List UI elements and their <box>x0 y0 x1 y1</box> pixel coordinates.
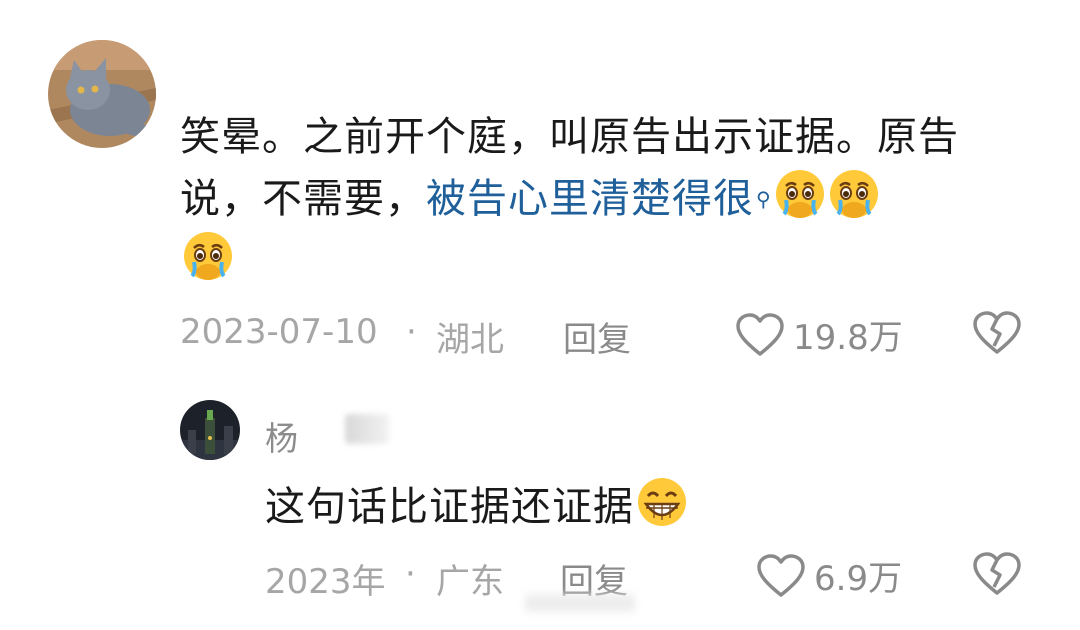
commenter-avatar[interactable] <box>48 40 156 148</box>
cat-avatar-icon <box>48 40 156 148</box>
broken-heart-icon <box>973 311 1021 354</box>
heart-icon <box>736 312 784 356</box>
meta-separator: · <box>405 554 416 594</box>
dislike-button[interactable] <box>972 551 1022 601</box>
reply-username[interactable]: 杨 <box>265 412 298 460</box>
comment-location: 湖北 <box>436 320 504 360</box>
crying-face-emoji-icon <box>829 170 878 218</box>
like-button[interactable]: 19.8万 <box>735 310 903 359</box>
like-count: 6.9万 <box>814 559 903 599</box>
watermark <box>525 594 635 612</box>
meta-separator: · <box>406 312 417 352</box>
reply-body: 这句话比证据还证据 <box>265 484 634 530</box>
grinning-face-emoji-icon <box>638 478 686 526</box>
heart-icon <box>757 553 805 597</box>
like-count: 19.8万 <box>793 318 903 358</box>
comment-text: 笑晕。之前开个庭，叫原告出示证据。原告说，不需要，被告心里清楚得很 ⚲ <box>180 106 1030 292</box>
city-night-avatar-icon <box>180 400 240 460</box>
reply-commenter-avatar[interactable] <box>180 400 240 460</box>
username-redaction <box>345 414 389 444</box>
reply-date: 2023年 <box>265 562 386 602</box>
search-icon[interactable]: ⚲ <box>756 187 772 211</box>
broken-heart-icon <box>973 552 1021 595</box>
crying-face-emoji-icon <box>775 170 824 218</box>
crying-face-emoji-icon <box>184 232 232 280</box>
comment-date: 2023-07-10 <box>180 312 378 352</box>
dislike-button[interactable] <box>972 310 1022 360</box>
search-keyword-link[interactable]: 被告心里清楚得很 <box>426 176 754 222</box>
like-button[interactable]: 6.9万 <box>756 551 902 600</box>
reply-button[interactable]: 回复 <box>563 312 631 361</box>
reply-location: 广东 <box>436 562 504 602</box>
reply-text: 这句话比证据还证据 <box>265 476 688 534</box>
